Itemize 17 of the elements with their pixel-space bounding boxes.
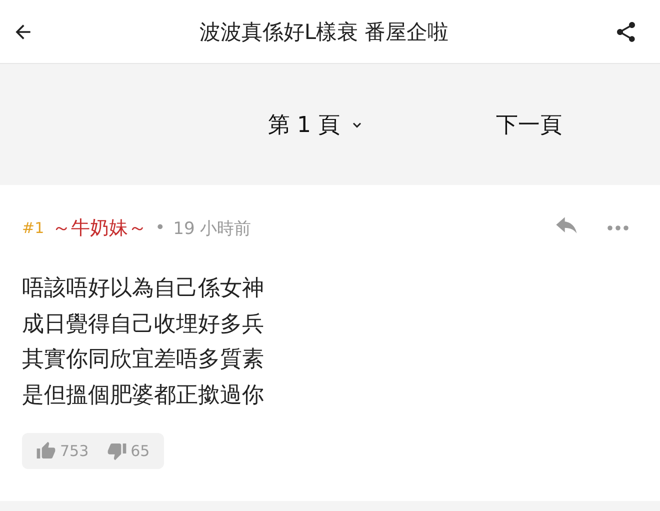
dislike-count: 65 — [130, 442, 150, 460]
next-page-button[interactable]: 下一頁 — [490, 104, 568, 146]
post-number: #1 — [22, 219, 44, 237]
page-title: 波波真係好L樣衰 番屋企啦 — [198, 18, 450, 46]
post-time: 19 小時前 — [173, 218, 252, 240]
post-text-line: 是但搵個肥婆都正撳過你 — [22, 382, 264, 410]
separator-dot: • — [155, 218, 166, 238]
author-name[interactable]: ～牛奶妹～ — [52, 215, 148, 241]
post-text-line: 唔該唔好以為自己係女神 — [22, 275, 264, 303]
share-icon[interactable] — [614, 20, 638, 44]
post-text-line: 成日覺得自己收埋好多兵 — [22, 310, 264, 338]
post-text-line: 其實你同欣宜差唔多質素 — [22, 346, 264, 374]
more-icon[interactable] — [606, 224, 630, 232]
thumbs-up-icon — [36, 441, 56, 461]
page-selector[interactable]: 第 1 頁 — [262, 104, 370, 146]
like-count: 753 — [60, 442, 89, 460]
thumbs-down-icon — [106, 441, 127, 461]
